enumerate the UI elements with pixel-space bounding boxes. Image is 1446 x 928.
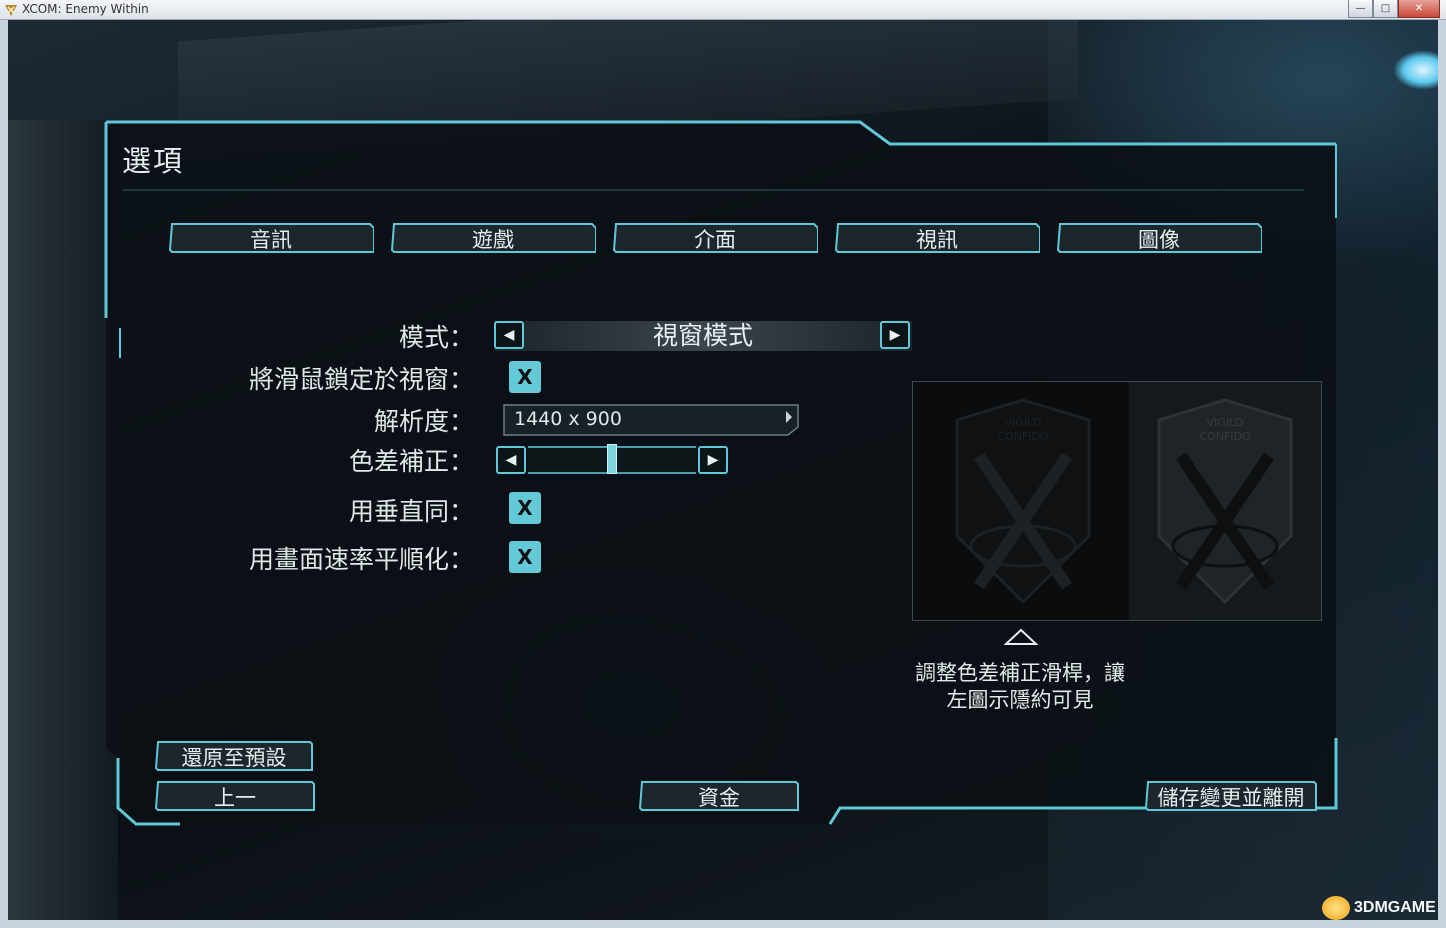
window-frame-bottom [0,920,1446,928]
minimize-icon: — [1355,3,1366,14]
minimize-button[interactable]: — [1348,0,1373,18]
watermark-text: 3DMGAME [1354,899,1436,916]
mode-next-button[interactable]: ▶ [880,321,910,349]
back-button[interactable]: 上一 [154,780,316,812]
close-button[interactable]: ✕ [1398,0,1440,18]
gamma-hint-line2: 左圖示隱約可見 [946,688,1094,712]
gamma-hint-line1: 調整色差補正滑桿，讓 [915,661,1125,685]
tab-graphics-label: 圖像 [1138,228,1180,252]
window-title: XCOM: Enemy Within [22,2,149,16]
xcom-app-icon [5,5,17,16]
watermark-logo-icon [1322,896,1350,920]
emblem-motto-top: VIGILO [1005,416,1042,429]
tab-video-label: 視訊 [916,228,958,252]
restore-defaults-button[interactable]: 還原至預設 [154,740,314,772]
tab-audio-label: 音訊 [250,228,292,252]
save-exit-button[interactable]: 儲存變更並離開 [1144,780,1318,812]
tab-video[interactable]: 視訊 [834,222,1040,253]
back-label: 上一 [214,786,256,810]
window-titlebar: XCOM: Enemy Within — □ ✕ [0,0,1446,20]
page-title: 選項 [122,144,185,178]
checkmark-x-icon: X [517,365,533,389]
checkmark-x-icon: X [517,496,533,520]
lock-mouse-checkbox[interactable]: X [509,361,541,393]
resolution-label: 解析度： [373,407,474,436]
maximize-button[interactable]: □ [1373,0,1398,18]
mode-prev-button[interactable]: ◀ [494,321,524,349]
gamma-preview-bright: VIGILO CONFIDO [1129,382,1321,620]
restore-defaults-label: 還原至預設 [181,746,287,770]
tab-interface-label: 介面 [694,228,736,252]
resolution-value: 1440 x 900 [514,408,622,430]
credits-label: 資金 [698,786,740,810]
emblem-motto-top: VIGILO [1207,416,1244,429]
gamma-increase-button[interactable]: ▶ [698,446,728,474]
tab-audio[interactable]: 音訊 [168,222,374,253]
checkmark-x-icon: X [517,545,533,569]
credits-button[interactable]: 資金 [638,780,800,812]
tab-game-label: 遊戲 [472,228,514,252]
arrow-left-icon: ◀ [503,327,515,343]
save-exit-label: 儲存變更並離開 [1157,786,1305,810]
lock-mouse-label: 將滑鼠鎖定於視窗： [248,365,474,394]
smooth-framerate-checkbox[interactable]: X [509,541,541,573]
resolution-dropdown[interactable]: 1440 x 900 [502,403,800,437]
gamma-hint: 調整色差補正滑桿，讓 左圖示隱約可見 [880,660,1160,714]
mode-selector: 視窗模式 [494,321,912,351]
emblem-motto-bottom: CONFIDO [1199,430,1251,443]
triangle-up-icon [1004,628,1038,645]
window-frame-left [0,20,8,928]
mode-value: 視窗模式 [652,321,753,350]
gamma-decrease-button[interactable]: ◀ [496,446,526,474]
site-watermark: 3DMGAME [1322,896,1436,920]
vsync-label: 用垂直同： [348,497,474,526]
xcom-emblem-bright: VIGILO CONFIDO [1157,398,1293,605]
options-panel: 選項 音訊 遊戲 介面 視訊 圖像 模式： 將滑鼠鎖定於視窗： 解析度： 色差補… [100,118,1340,826]
tab-graphics[interactable]: 圖像 [1056,222,1262,253]
arrow-left-icon: ◀ [505,452,517,468]
xcom-emblem-dark: VIGILO CONFIDO [955,398,1091,605]
smooth-framerate-label: 用畫面速率平順化： [248,545,474,574]
tab-game[interactable]: 遊戲 [390,222,596,253]
close-icon: ✕ [1414,3,1424,14]
maximize-icon: □ [1380,3,1391,14]
tab-interface[interactable]: 介面 [612,222,818,253]
mode-label: 模式： [398,323,474,352]
emblem-motto-bottom: CONFIDO [997,430,1049,443]
gamma-preview: VIGILO CONFIDO VIGILO CONFIDO [912,381,1322,621]
arrow-right-icon: ▶ [889,327,901,343]
gamma-label: 色差補正： [348,447,474,476]
gamma-slider-thumb[interactable] [607,444,617,474]
arrow-right-icon: ▶ [707,452,719,468]
vsync-checkbox[interactable]: X [509,492,541,524]
window-frame-right [1438,20,1446,928]
